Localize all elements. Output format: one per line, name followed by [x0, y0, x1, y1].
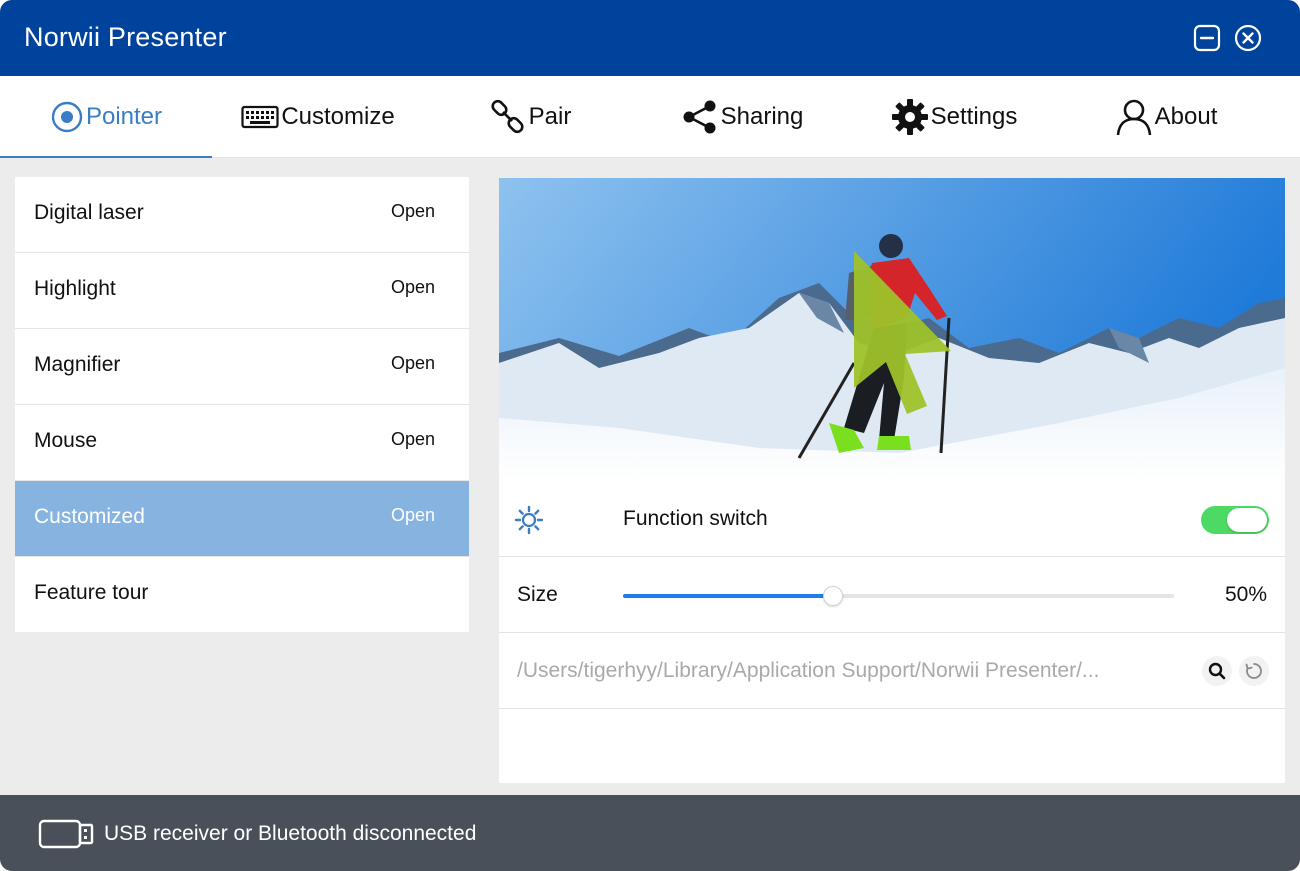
reset-button[interactable] [1239, 656, 1269, 686]
size-slider-thumb[interactable] [823, 586, 844, 606]
size-row: Size 50% [499, 557, 1285, 633]
list-item-status: Open [390, 505, 435, 525]
list-item-highlight[interactable]: Highlight Open [15, 253, 469, 329]
list-item-name: Digital laser [34, 201, 144, 224]
list-item-name: Customized [34, 505, 145, 528]
list-item-status: Open [390, 201, 435, 221]
list-item-status: Open [390, 277, 435, 297]
function-switch-row: Function switch [499, 481, 1285, 557]
list-item-customized[interactable]: Customized Open [15, 481, 469, 557]
path-row: /Users/tigerhyy/Library/Application Supp… [499, 633, 1285, 709]
size-value: 50% [1224, 583, 1267, 606]
list-item-name: Highlight [34, 277, 116, 300]
tab-pointer[interactable]: Pointer [0, 76, 212, 158]
tab-customize[interactable]: Customize [212, 76, 424, 157]
tab-about[interactable]: About [1060, 76, 1272, 157]
app-title: Norwii Presenter [24, 22, 227, 52]
tab-settings-label: Settings [930, 102, 1018, 130]
list-item-magnifier[interactable]: Magnifier Open [15, 329, 469, 405]
list-item-status: Open [390, 353, 435, 373]
list-item-status: Open [390, 429, 435, 449]
reset-icon [1245, 663, 1262, 679]
tab-pair-label: Pair [528, 102, 572, 130]
tab-bar: Pointer Customize Pair Sharing Settings … [0, 76, 1300, 158]
function-switch-label: Function switch [623, 507, 768, 530]
list-item-name: Mouse [34, 429, 98, 452]
browse-button[interactable] [1202, 656, 1232, 686]
list-item-feature-tour[interactable]: Feature tour [15, 557, 469, 632]
sun-icon [514, 505, 544, 535]
image-path-text: /Users/tigerhyy/Library/Application Supp… [517, 659, 1100, 682]
minimize-button[interactable] [1193, 24, 1221, 52]
close-icon [1234, 24, 1262, 52]
size-label: Size [517, 583, 558, 606]
gear-icon [891, 98, 928, 135]
tab-settings[interactable]: Settings [848, 76, 1060, 157]
link-icon [491, 99, 524, 133]
function-switch-toggle[interactable] [1201, 506, 1269, 534]
preview-scene [499, 178, 1285, 481]
pointer-icon [51, 101, 83, 132]
list-item-name: Feature tour [34, 581, 149, 604]
keyboard-icon [241, 105, 279, 128]
list-item-mouse[interactable]: Mouse Open [15, 405, 469, 481]
connection-status-text: USB receiver or Bluetooth disconnected [104, 822, 477, 845]
minimize-icon [1193, 24, 1221, 52]
list-item-name: Magnifier [34, 353, 121, 376]
toggle-knob [1227, 508, 1267, 532]
detail-panel: Function switch Size 50% /Users/tigerhyy… [499, 178, 1285, 783]
feature-list: Digital laser Open Highlight Open Magnif… [15, 177, 469, 632]
title-bar: Norwii Presenter [0, 0, 1300, 76]
tab-pair[interactable]: Pair [424, 76, 636, 157]
close-button[interactable] [1234, 24, 1262, 52]
size-slider-fill [623, 594, 833, 598]
tab-sharing-label: Sharing [720, 102, 804, 130]
share-icon [683, 100, 716, 133]
list-item-digital-laser[interactable]: Digital laser Open [15, 177, 469, 253]
tab-about-label: About [1154, 102, 1218, 130]
tab-pointer-label: Pointer [85, 102, 163, 130]
size-slider[interactable] [623, 586, 1174, 606]
usb-icon [38, 819, 94, 849]
search-icon [1208, 662, 1226, 680]
user-icon [1116, 99, 1151, 135]
app-window: Norwii Presenter Pointer Customize Pair … [0, 0, 1300, 871]
tab-customize-label: Customize [281, 102, 395, 130]
preview-image [499, 178, 1285, 481]
status-bar: USB receiver or Bluetooth disconnected [0, 795, 1300, 871]
tab-sharing[interactable]: Sharing [636, 76, 848, 157]
